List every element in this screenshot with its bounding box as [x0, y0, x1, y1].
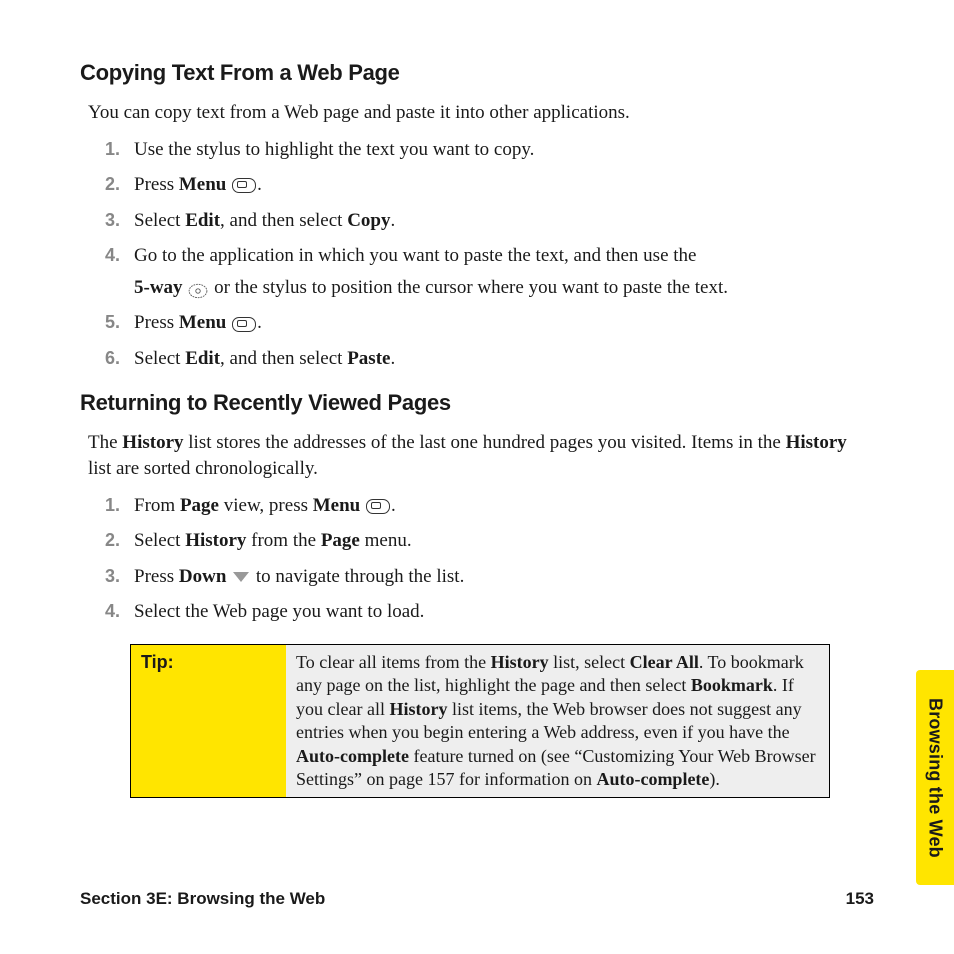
heading-returning: Returning to Recently Viewed Pages [80, 390, 874, 416]
steps-copying: 1.Use the stylus to highlight the text y… [88, 136, 874, 373]
intro-returning: The History list stores the addresses of… [88, 430, 874, 481]
fiveway-icon [187, 280, 209, 296]
fiveway-label: 5-way [134, 277, 183, 298]
step-4: 4. Select the Web page you want to load. [88, 598, 874, 626]
step-3: 3. Press Down to navigate through the li… [88, 563, 874, 591]
step-2: 2. Press Menu . [88, 171, 874, 199]
step-text: . [257, 174, 262, 195]
step-2: 2. Select History from the Page menu. [88, 527, 874, 555]
page-footer: Section 3E: Browsing the Web 153 [80, 889, 874, 909]
down-icon [233, 572, 249, 582]
footer-page-number: 153 [846, 889, 874, 909]
step-5: 5. Press Menu . [88, 309, 874, 337]
step-6: 6. Select Edit, and then select Paste. [88, 345, 874, 373]
step-4: 4. Go to the application in which you wa… [88, 242, 874, 301]
menu-icon [232, 178, 256, 193]
intro-copying: You can copy text from a Web page and pa… [88, 100, 874, 126]
section-tab-label: Browsing the Web [925, 698, 946, 858]
tip-box: Tip: To clear all items from the History… [130, 644, 830, 798]
menu-icon [366, 499, 390, 514]
step-1: 1. From Page view, press Menu . [88, 492, 874, 520]
steps-returning: 1. From Page view, press Menu . 2. Selec… [88, 492, 874, 626]
footer-section: Section 3E: Browsing the Web [80, 889, 325, 909]
menu-label: Menu [179, 174, 227, 195]
step-text: Press [134, 174, 179, 195]
tip-body: To clear all items from the History list… [286, 644, 830, 797]
section-tab: Browsing the Web [916, 670, 954, 885]
step-1: 1.Use the stylus to highlight the text y… [88, 136, 874, 164]
step-3: 3. Select Edit, and then select Copy. [88, 207, 874, 235]
tip-label: Tip: [131, 644, 287, 797]
menu-icon [232, 317, 256, 332]
step-text: Use the stylus to highlight the text you… [134, 139, 534, 160]
heading-copying: Copying Text From a Web Page [80, 60, 874, 86]
